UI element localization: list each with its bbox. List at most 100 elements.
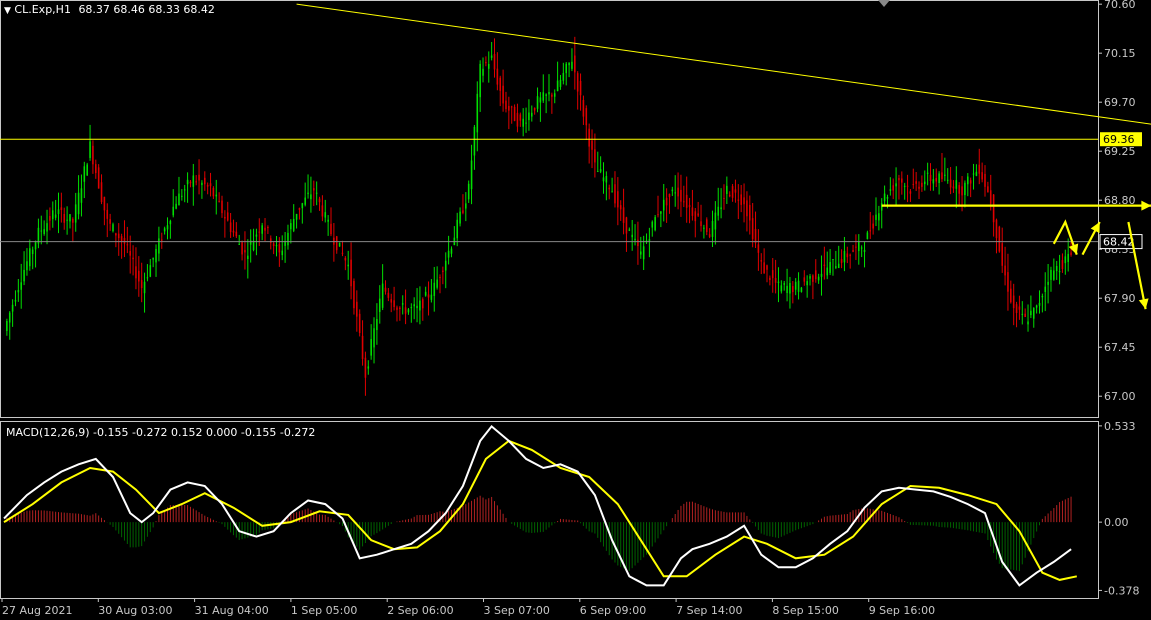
current-price-text: 68.42: [1103, 236, 1135, 249]
candle-body: [657, 214, 659, 216]
candle-body: [694, 211, 697, 222]
candle-body: [912, 183, 915, 185]
candle-body: [817, 276, 820, 281]
candle-body: [614, 184, 616, 204]
candle-body: [247, 255, 249, 259]
candle-body: [551, 94, 553, 97]
candle-body: [662, 199, 665, 211]
candle-body: [797, 280, 800, 292]
price-chart[interactable]: 70.6070.1569.7069.2568.8068.3567.9067.45…: [0, 0, 1151, 620]
candle-body: [886, 196, 889, 199]
candle-body: [92, 145, 94, 165]
candle-body: [858, 241, 860, 252]
candle-body: [806, 281, 808, 286]
candle-body: [777, 281, 780, 283]
candle-body: [519, 114, 522, 121]
candle-body: [181, 195, 183, 197]
candle-body: [310, 194, 312, 200]
candle-body: [981, 172, 983, 180]
candle-body: [800, 287, 803, 292]
candle-body: [290, 223, 292, 230]
chevron-down-icon[interactable]: ▼: [4, 6, 11, 16]
candle-body: [906, 185, 909, 187]
candle-body: [737, 199, 740, 201]
candle-body: [528, 112, 530, 121]
candle-body: [880, 203, 883, 211]
candle-body: [708, 234, 711, 237]
price-tick-label: 70.60: [1104, 0, 1136, 11]
candle-body: [433, 282, 436, 296]
candle-body: [353, 281, 355, 309]
candle-body: [218, 200, 220, 202]
candle-body: [275, 245, 278, 247]
candle-body: [321, 205, 324, 217]
candle-body: [771, 270, 774, 279]
candle-body: [224, 216, 226, 219]
candle-body: [439, 277, 441, 279]
candle-body: [955, 180, 958, 189]
candle-body: [267, 227, 269, 229]
candle-body: [307, 192, 309, 195]
candle-body: [479, 63, 481, 98]
candle-body: [482, 68, 484, 76]
candle-body: [178, 193, 180, 206]
candle-body: [404, 307, 407, 314]
candle-body: [700, 221, 702, 227]
candle-body: [192, 175, 195, 187]
candle-body: [152, 258, 154, 260]
candle-body: [697, 213, 699, 216]
candle-body: [749, 204, 751, 221]
price-tick-label: 67.90: [1104, 292, 1136, 305]
candle-body: [705, 219, 708, 233]
price-tick-label: 67.45: [1104, 341, 1136, 354]
candle-body: [691, 207, 694, 216]
candle-body: [949, 179, 952, 188]
candle-body: [261, 225, 263, 234]
candle-body: [548, 92, 550, 95]
candle-body: [350, 259, 352, 287]
candle-body: [46, 223, 48, 232]
candle-body: [972, 173, 975, 175]
candle-body: [1021, 313, 1024, 315]
time-tick-label: 6 Sep 09:00: [580, 604, 646, 617]
candle-body: [169, 220, 172, 225]
candle-body: [674, 192, 676, 194]
candle-body: [215, 194, 218, 197]
candle-body: [553, 93, 556, 97]
candle-body: [212, 187, 215, 197]
candle-body: [903, 185, 906, 187]
candle-body: [946, 179, 949, 181]
time-tick-label: 1 Sep 05:00: [291, 604, 357, 617]
candle-body: [969, 180, 972, 184]
candle-body: [123, 238, 126, 244]
candle-body: [135, 266, 137, 279]
candle-body: [324, 212, 327, 218]
candle-body: [987, 186, 989, 193]
candle-body: [8, 312, 11, 323]
candle-body: [1053, 270, 1055, 280]
candle-body: [459, 211, 461, 224]
candle-body: [424, 291, 427, 296]
candle-body: [149, 265, 152, 277]
chart-background: [0, 0, 1151, 620]
candle-body: [809, 276, 811, 279]
candle-body: [731, 186, 734, 198]
candle-body: [958, 185, 960, 194]
candle-body: [1064, 256, 1067, 264]
candle-body: [754, 228, 757, 244]
candle-body: [803, 277, 806, 282]
candle-body: [637, 239, 639, 247]
candle-body: [298, 208, 301, 210]
candle-body: [642, 246, 645, 260]
candle-body: [20, 282, 22, 290]
candle-body: [26, 261, 28, 271]
candle-body: [473, 126, 476, 156]
candle-body: [608, 187, 611, 190]
candle-body: [462, 210, 464, 213]
price-tick-label: 70.15: [1104, 47, 1136, 60]
candle-body: [763, 262, 765, 274]
candle-body: [186, 179, 189, 185]
candle-body: [252, 240, 255, 251]
time-tick-label: 7 Sep 14:00: [676, 604, 742, 617]
candle-body: [539, 97, 542, 103]
